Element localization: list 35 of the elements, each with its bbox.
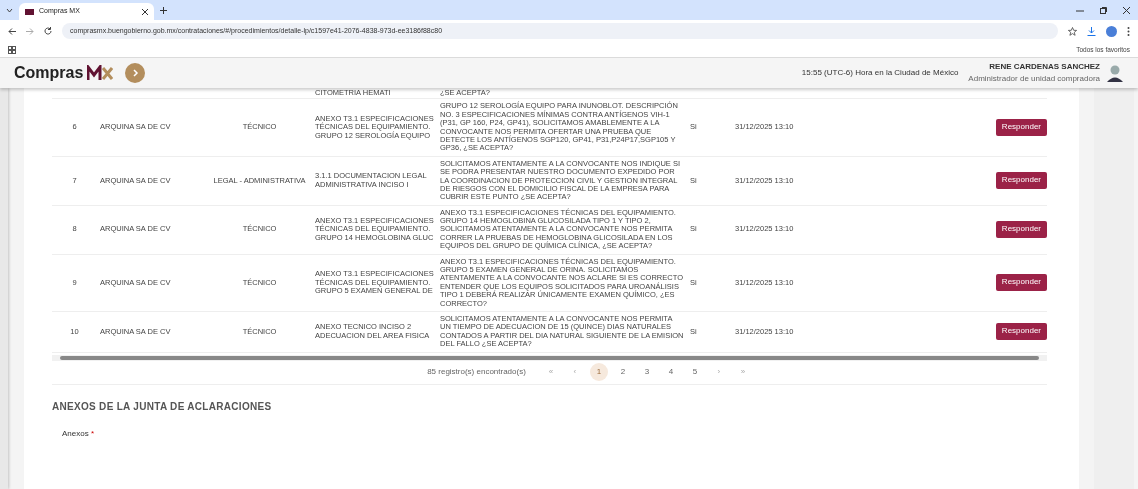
respond-button[interactable]: Responder bbox=[995, 119, 1047, 137]
respond-button[interactable]: Responder bbox=[995, 274, 1047, 292]
menu-icon[interactable] bbox=[1127, 26, 1130, 36]
clock-text: 15:55 (UTC-6) Hora en la Ciudad de México bbox=[801, 67, 959, 79]
restore-icon[interactable] bbox=[1100, 6, 1107, 14]
section-title: ANEXOS DE LA JUNTA DE ACLARACIONES bbox=[52, 399, 273, 414]
logo-mark-drawing bbox=[87, 65, 114, 81]
page-link[interactable]: 1 bbox=[589, 363, 608, 382]
user-role: Administrador de unidad compradora bbox=[968, 73, 1100, 85]
close-icon[interactable] bbox=[1123, 6, 1130, 14]
reload-icon[interactable] bbox=[44, 27, 52, 35]
apps-icon[interactable] bbox=[8, 45, 16, 54]
respond-button[interactable]: Responder bbox=[995, 221, 1047, 239]
page-link[interactable]: 2 bbox=[613, 363, 632, 382]
field-label: Anexos * bbox=[62, 427, 96, 440]
chevron-right-icon bbox=[131, 69, 140, 77]
respond-button[interactable]: Responder bbox=[995, 172, 1047, 190]
records-count: 85 registro(s) encontrado(s) bbox=[427, 366, 526, 379]
respond-button[interactable]: Responder bbox=[995, 323, 1047, 341]
back-icon[interactable] bbox=[8, 27, 16, 35]
star-icon[interactable] bbox=[1068, 26, 1077, 36]
horizontal-scrollbar[interactable] bbox=[52, 354, 1047, 361]
page-link[interactable]: 4 bbox=[661, 363, 680, 382]
profile-icon[interactable] bbox=[1106, 25, 1117, 37]
download-icon[interactable] bbox=[1087, 26, 1096, 36]
new-tab-icon[interactable] bbox=[160, 6, 167, 14]
page-link[interactable]: 3 bbox=[637, 363, 656, 382]
chevron-down-icon[interactable] bbox=[6, 7, 13, 13]
user-avatar-icon[interactable] bbox=[1106, 64, 1124, 82]
expand-button[interactable] bbox=[125, 63, 146, 83]
user-name: RENE CARDENAS SANCHEZ bbox=[988, 61, 1100, 73]
page-link[interactable]: 5 bbox=[685, 363, 704, 382]
logo-text: Compras bbox=[14, 63, 84, 83]
close-icon[interactable] bbox=[142, 8, 148, 15]
favicon-icon bbox=[25, 8, 34, 15]
